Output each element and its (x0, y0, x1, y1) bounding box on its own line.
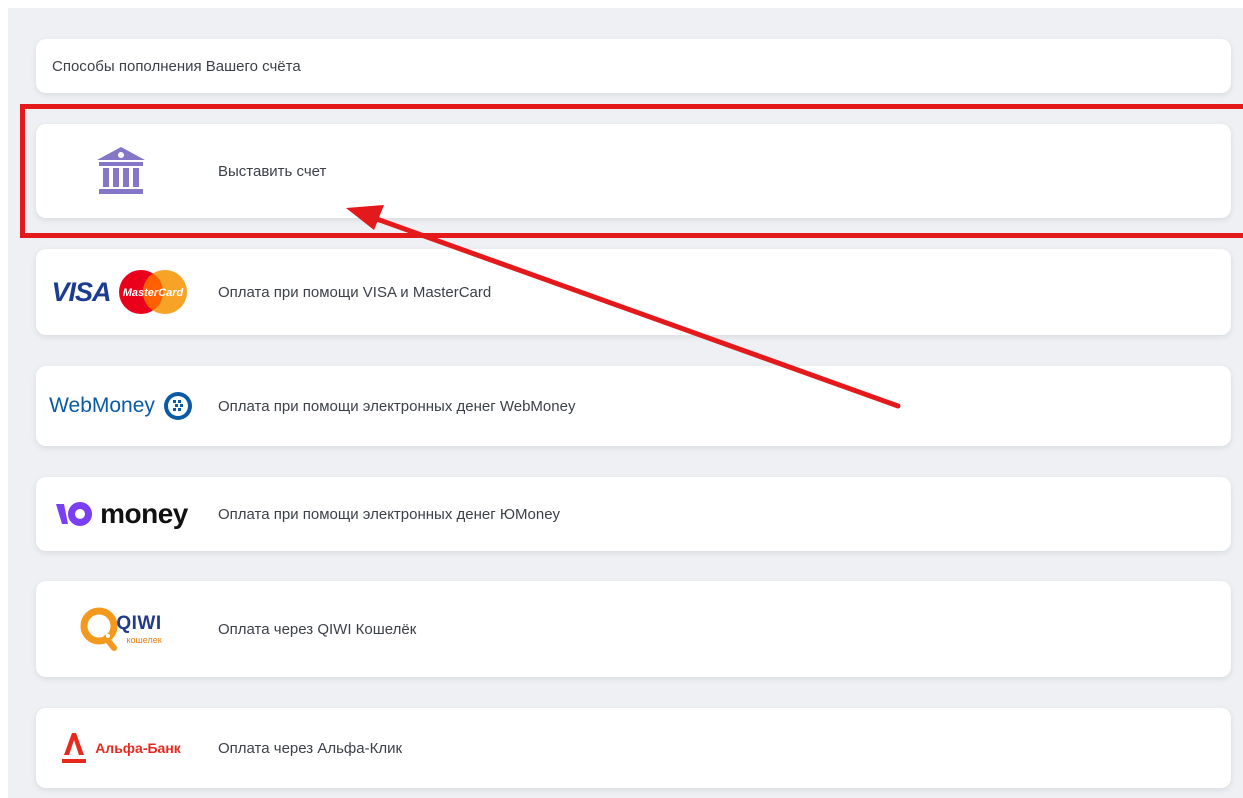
method-invoice[interactable]: Выставить счет (36, 124, 1231, 218)
alfa-bank-logo: Альфа-Банк (36, 708, 206, 788)
method-qiwi[interactable]: QIWI кошелек Оплата через QIWI Кошелёк (36, 581, 1231, 677)
bank-icon (36, 124, 206, 218)
webmoney-logo: WebMoney (36, 366, 206, 446)
mastercard-logo-text: MasterCard (122, 287, 183, 299)
section-title: Способы пополнения Вашего счёта (52, 57, 301, 75)
method-label: Оплата при помощи VISA и MasterCard (218, 283, 492, 301)
method-alfa-click[interactable]: Альфа-Банк Оплата через Альфа-Клик (36, 708, 1231, 788)
yoomoney-logo-text: money (100, 498, 188, 529)
payment-methods-panel: Способы пополнения Вашего счёта Выставит… (8, 8, 1243, 798)
method-label: Оплата через QIWI Кошелёк (218, 620, 417, 638)
method-label: Оплата через Альфа-Клик (218, 739, 403, 757)
qiwi-logo: QIWI кошелек (36, 581, 206, 677)
method-label: Оплата при помощи электронных денег WebM… (218, 397, 576, 415)
method-label: Оплата при помощи электронных денег ЮMon… (218, 505, 561, 523)
method-yoomoney[interactable]: money Оплата при помощи электронных дене… (36, 477, 1231, 551)
qiwi-logo-subtext: кошелек (126, 635, 162, 645)
alfa-bank-logo-text: Альфа-Банк (95, 740, 181, 756)
qiwi-logo-text: QIWI (116, 613, 162, 634)
method-visa-mastercard[interactable]: VISA MasterCard Оплата при помощи VISA и… (36, 249, 1231, 335)
visa-logo-text: VISA (51, 276, 111, 307)
visa-mastercard-logo: VISA MasterCard (36, 249, 206, 335)
webmoney-logo-text: WebMoney (49, 394, 155, 417)
method-webmoney[interactable]: WebMoney Оплата при помощи электронных д… (36, 366, 1231, 446)
yoomoney-logo: money (36, 477, 206, 551)
section-header-card: Способы пополнения Вашего счёта (36, 39, 1231, 93)
method-label: Выставить счет (218, 162, 327, 180)
